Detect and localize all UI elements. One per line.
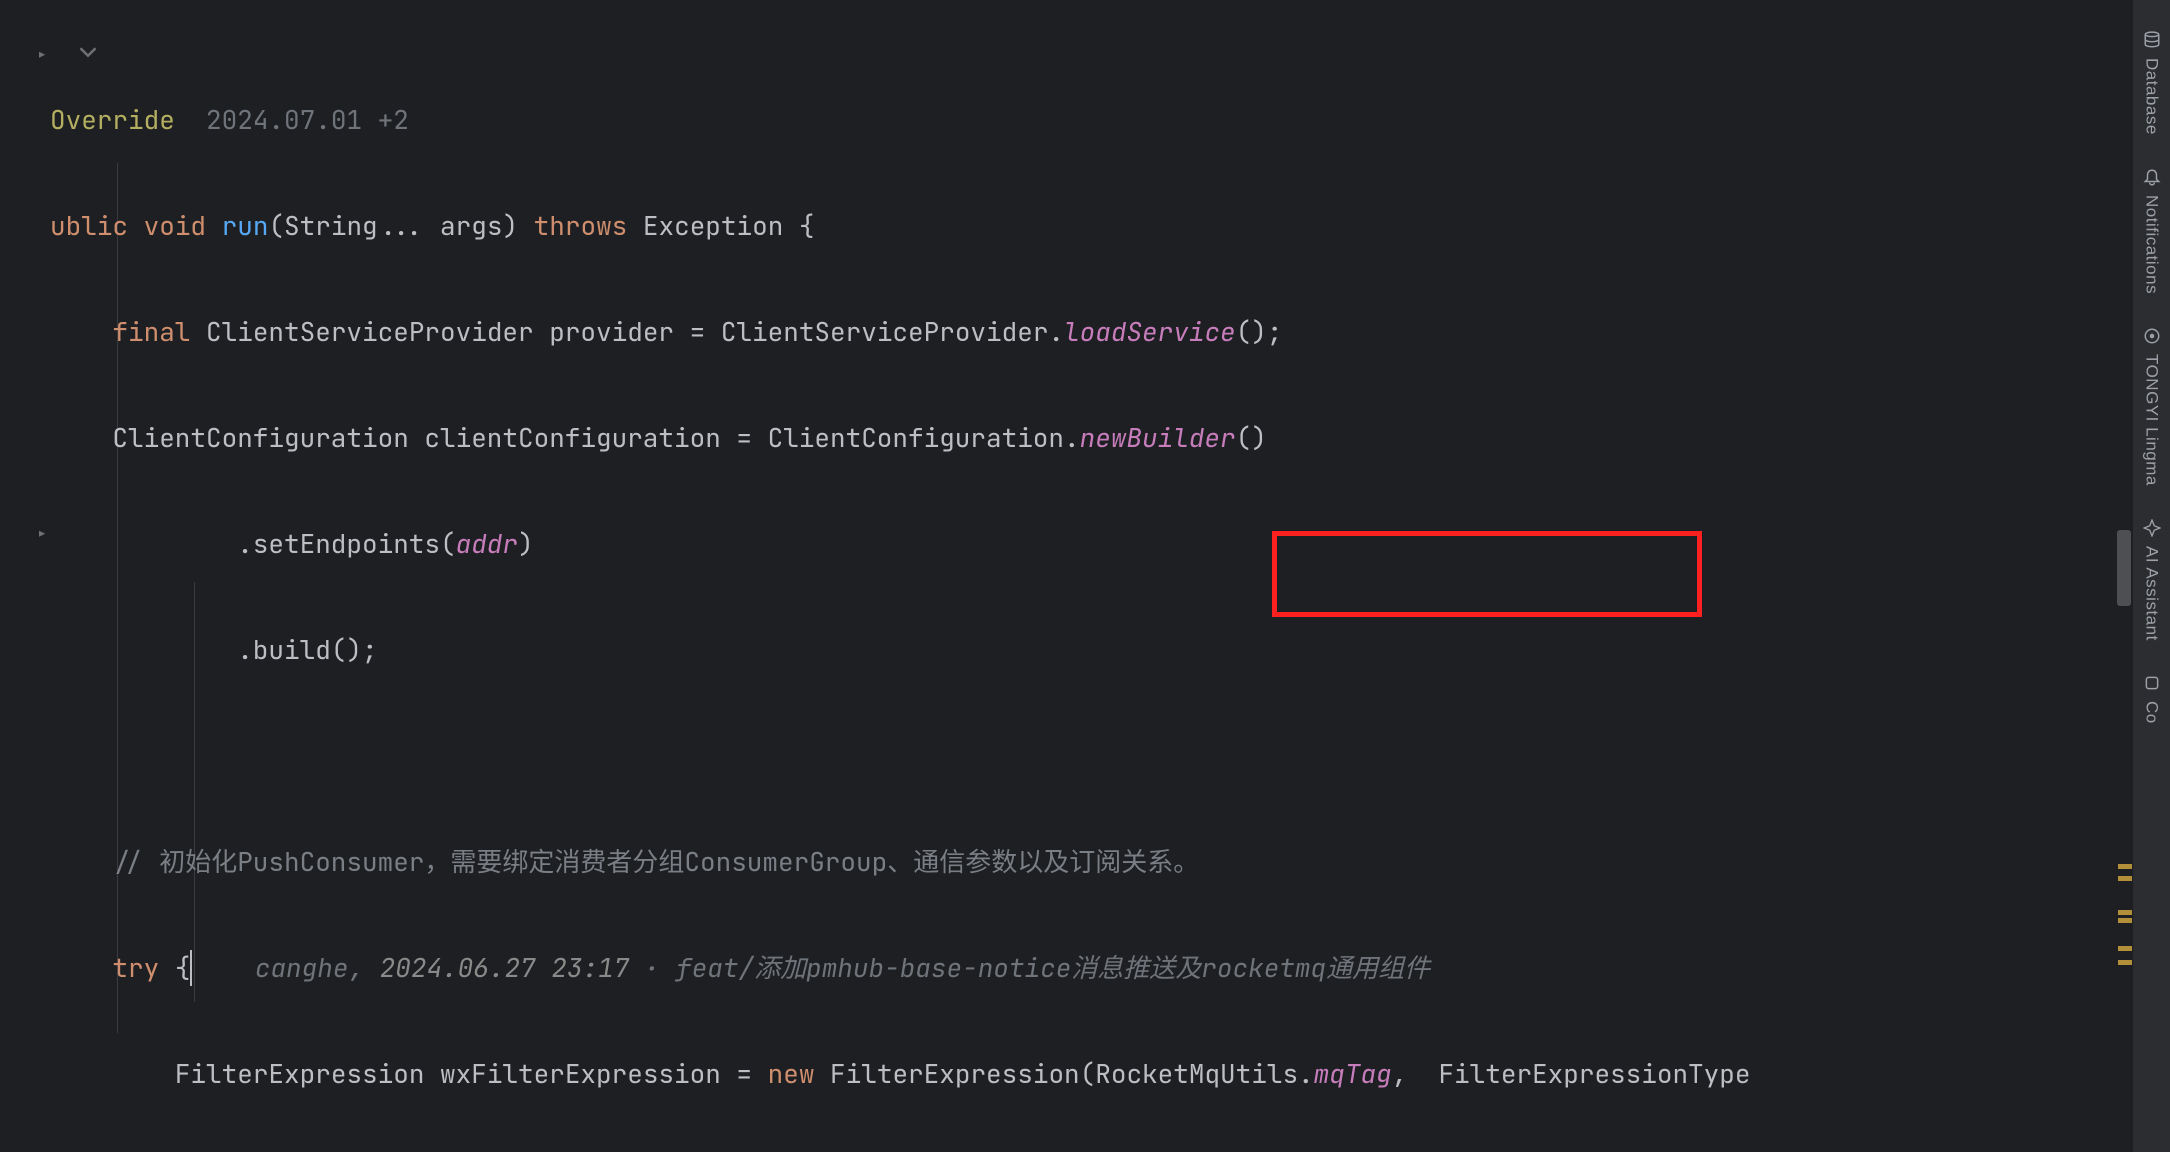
code-line[interactable]: .setEndpoints(addr) [50,517,2132,570]
tool-co[interactable]: Co [2142,673,2162,724]
tongyi-icon [2142,326,2162,346]
scrollbar-track[interactable] [2114,0,2132,1152]
marker[interactable] [2118,864,2132,869]
database-icon [2142,30,2162,50]
marker[interactable] [2118,876,2132,881]
code-line[interactable]: FilterExpression wxFilterExpression = ne… [50,1047,2132,1100]
code-line[interactable]: ClientConfiguration clientConfiguration … [50,411,2132,464]
text-cursor [190,950,192,986]
marker[interactable] [2118,918,2132,923]
ai-icon [2142,518,2162,538]
scrollbar-thumb[interactable] [2117,530,2131,606]
tool-ai-assistant[interactable]: AI Assistant [2142,518,2162,641]
tool-notifications[interactable]: Notifications [2142,167,2162,294]
code-line[interactable]: final ClientServiceProvider provider = C… [50,305,2132,358]
code-line[interactable]: try { canghe, 2024.06.27 23:17 · feat/添加… [50,941,2132,994]
bell-icon [2142,167,2162,187]
code-editor[interactable]: ▸ ▸ Override 2024.07.01 +2 ublic void ru… [0,0,2132,1152]
marker[interactable] [2118,946,2132,951]
code-line[interactable]: Override 2024.07.01 +2 [50,93,2132,146]
co-icon [2142,673,2162,693]
tool-database[interactable]: Database [2142,30,2162,135]
tool-tongyi[interactable]: TONGYI Lingma [2142,326,2162,486]
marker[interactable] [2118,910,2132,915]
marker[interactable] [2118,960,2132,965]
right-tool-sidebar: Database Notifications TONGYI Lingma AI … [2132,0,2170,1152]
code-line[interactable]: // 初始化PushConsumer，需要绑定消费者分组ConsumerGrou… [50,835,2132,888]
code-line[interactable]: .build(); [50,623,2132,676]
code-line[interactable]: ublic void run(String... args) throws Ex… [50,199,2132,252]
code-line[interactable] [50,729,2132,782]
